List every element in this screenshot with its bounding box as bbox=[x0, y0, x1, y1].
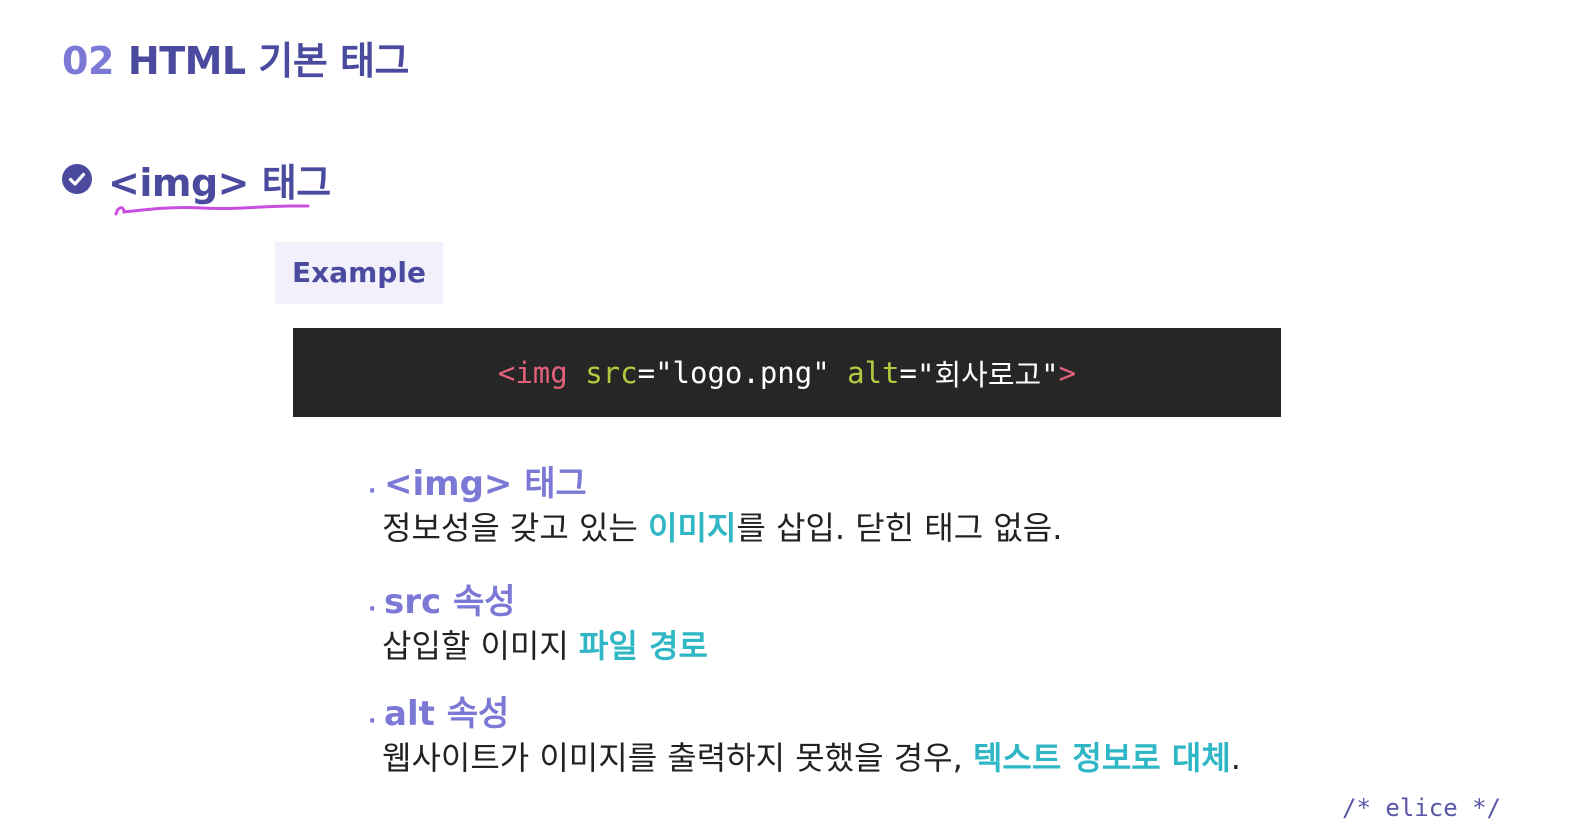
bullet-item-src: · src 속성 삽입할 이미지 파일 경로 bbox=[368, 580, 708, 668]
bullet-item-img: · <img> 태그 정보성을 갖고 있는 이미지를 삽입. 닫힌 태그 없음. bbox=[368, 462, 1062, 550]
bullet-body: 정보성을 갖고 있는 이미지를 삽입. 닫힌 태그 없음. bbox=[382, 509, 1063, 547]
elice-logo: /* elice */ bbox=[1342, 794, 1501, 822]
code-block: <img src = "logo.png" alt = "회사로고" > bbox=[293, 328, 1281, 417]
bullet-body: 웹사이트가 이미지를 출력하지 못했을 경우, 텍스트 정보로 대체. bbox=[382, 739, 1241, 777]
section-title: 02 HTML 기본 태그 bbox=[62, 30, 409, 85]
handwritten-underline bbox=[114, 204, 310, 216]
bullet-dot: · bbox=[368, 709, 377, 734]
check-circle-icon bbox=[62, 164, 92, 194]
code-src-value: "logo.png" bbox=[655, 355, 830, 390]
code-tag-close: > bbox=[1058, 355, 1077, 390]
bullet-title: · <img> 태그 bbox=[368, 462, 1062, 506]
code-attr-src: src bbox=[585, 355, 638, 390]
code-eq-2: = bbox=[899, 355, 917, 390]
highlight-text: 파일 경로 bbox=[578, 627, 708, 665]
highlight-text: 이미지 bbox=[648, 509, 737, 547]
code-alt-value: "회사로고" bbox=[917, 357, 1059, 392]
code-attr-alt: alt bbox=[847, 355, 900, 390]
bullet-title: · alt 속성 bbox=[368, 692, 1241, 736]
bullet-dot: · bbox=[368, 597, 377, 622]
section-title-text: HTML 기본 태그 bbox=[127, 39, 410, 83]
highlight-text: 텍스트 정보로 대체 bbox=[972, 739, 1231, 777]
bullet-dot: · bbox=[368, 479, 377, 504]
bullet-body: 삽입할 이미지 파일 경로 bbox=[382, 627, 708, 665]
code-eq-1: = bbox=[637, 355, 656, 390]
example-label: Example bbox=[275, 242, 443, 304]
code-tag-open: <img bbox=[497, 355, 568, 390]
section-number: 02 bbox=[62, 39, 114, 83]
bullet-item-alt: · alt 속성 웹사이트가 이미지를 출력하지 못했을 경우, 텍스트 정보로 … bbox=[368, 692, 1241, 780]
bullet-title: · src 속성 bbox=[368, 580, 708, 624]
